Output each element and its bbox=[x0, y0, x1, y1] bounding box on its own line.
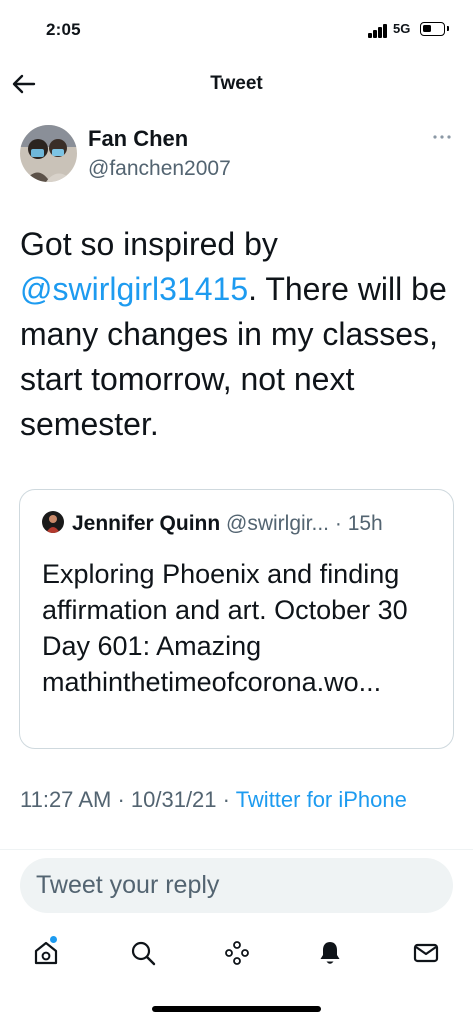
bell-icon bbox=[320, 942, 340, 964]
avatar[interactable] bbox=[20, 125, 77, 182]
quoted-time: · 15h bbox=[334, 512, 383, 535]
tab-search[interactable] bbox=[113, 925, 173, 981]
tab-spaces[interactable] bbox=[207, 925, 267, 981]
status-bar: 2:05 5G bbox=[0, 0, 473, 60]
tweet-time: 11:27 AM bbox=[20, 787, 112, 812]
battery-icon bbox=[420, 22, 445, 36]
reply-bar[interactable] bbox=[20, 858, 453, 913]
network-type: 5G bbox=[393, 21, 411, 36]
quoted-header: Jennifer Quinn @swirlgir... · 15h bbox=[72, 512, 383, 536]
page-title: Tweet bbox=[210, 73, 263, 94]
home-indicator bbox=[152, 1006, 321, 1012]
quoted-text: Exploring Phoenix and finding affirmatio… bbox=[42, 559, 408, 697]
search-icon bbox=[131, 941, 156, 966]
quoted-avatar bbox=[42, 511, 64, 533]
quoted-author-name: Jennifer Quinn bbox=[72, 512, 221, 535]
author-name[interactable]: Fan Chen bbox=[88, 126, 188, 152]
signal-icon bbox=[368, 24, 388, 38]
mail-icon bbox=[413, 943, 439, 963]
divider bbox=[0, 849, 473, 850]
tweet-source-link[interactable]: Twitter for iPhone bbox=[236, 787, 407, 812]
quoted-author-handle: @swirlgir... bbox=[226, 512, 330, 535]
more-button[interactable] bbox=[430, 130, 454, 144]
tweet-date: 10/31/21 bbox=[130, 787, 217, 812]
status-time: 2:05 bbox=[46, 20, 81, 39]
tab-notifications[interactable] bbox=[300, 925, 360, 981]
author-handle[interactable]: @fanchen2007 bbox=[88, 157, 231, 181]
tab-messages[interactable] bbox=[396, 925, 456, 981]
home-icon bbox=[34, 941, 58, 965]
reply-input[interactable] bbox=[36, 858, 436, 913]
tweet-text-start: Got so inspired by bbox=[20, 226, 278, 262]
tab-home[interactable] bbox=[16, 925, 76, 981]
tab-bar bbox=[0, 925, 473, 981]
more-horizontal-icon bbox=[433, 135, 451, 139]
mention-link[interactable]: @swirlgirl31415 bbox=[20, 271, 248, 307]
tweet-meta: 11:27 AM · 10/31/21 · Twitter for iPhone bbox=[20, 787, 407, 812]
battery-tip bbox=[447, 26, 449, 31]
quoted-tweet[interactable]: Jennifer Quinn @swirlgir... · 15h Explor… bbox=[19, 489, 454, 749]
spaces-icon bbox=[225, 941, 249, 965]
notification-dot bbox=[50, 936, 57, 943]
tweet-text: Got so inspired by @swirlgirl31415. Ther… bbox=[20, 222, 460, 447]
tweet-author: Fan Chen @fanchen2007 bbox=[0, 122, 473, 188]
nav-header: Tweet bbox=[0, 62, 473, 106]
